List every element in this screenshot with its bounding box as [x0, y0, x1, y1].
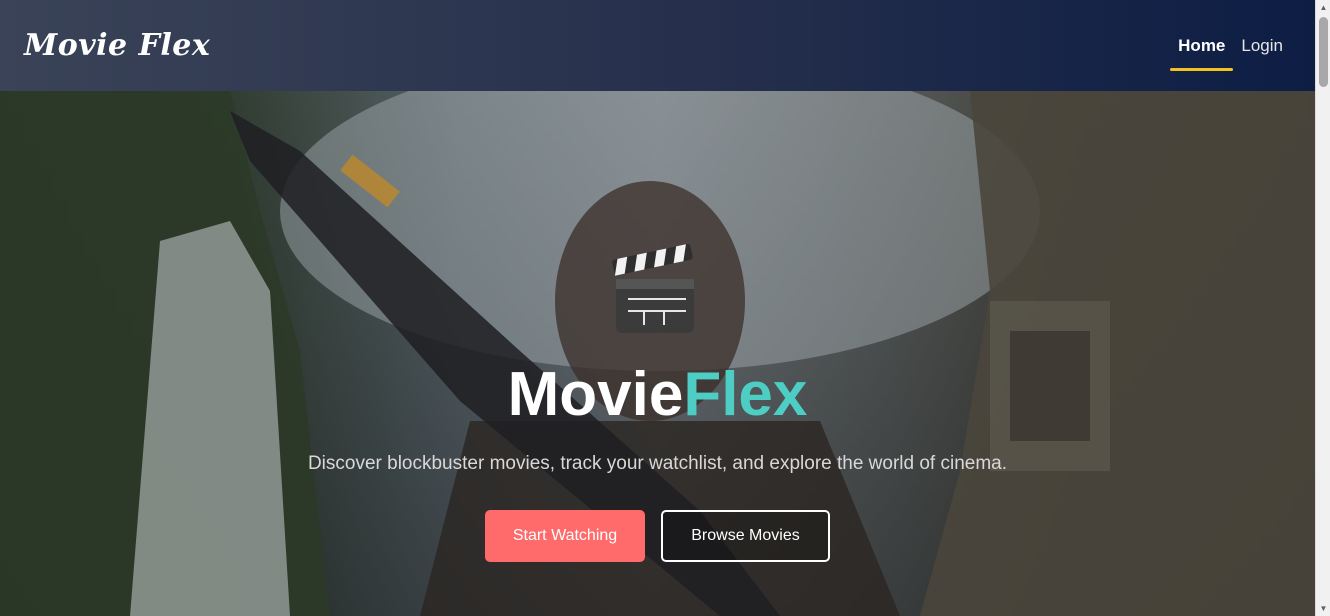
scroll-up-arrow-icon[interactable]: ▲: [1316, 0, 1330, 15]
site-logo[interactable]: Movie Flex: [24, 28, 210, 63]
hero-title-accent: Flex: [683, 360, 808, 429]
hero-section: MovieFlex Discover blockbuster movies, t…: [0, 91, 1315, 616]
nav-link-login[interactable]: Login: [1241, 0, 1283, 91]
vertical-scrollbar[interactable]: ▲ ▼: [1315, 0, 1330, 616]
scroll-down-arrow-icon[interactable]: ▼: [1316, 601, 1330, 616]
hero-title-main: Movie: [507, 360, 684, 429]
clapperboard-icon: [612, 244, 694, 333]
hero-title: MovieFlex: [0, 359, 1315, 430]
hero-subtitle: Discover blockbuster movies, track your …: [307, 453, 1008, 474]
hero-content: MovieFlex Discover blockbuster movies, t…: [0, 91, 1315, 616]
nav-link-home[interactable]: Home: [1170, 0, 1234, 91]
scrollbar-thumb[interactable]: [1319, 17, 1328, 87]
nav-links: Home Login: [1170, 0, 1283, 91]
start-watching-button[interactable]: Start Watching: [485, 510, 645, 562]
top-navbar: Movie Flex Home Login: [0, 0, 1315, 91]
browse-movies-button[interactable]: Browse Movies: [661, 510, 830, 562]
